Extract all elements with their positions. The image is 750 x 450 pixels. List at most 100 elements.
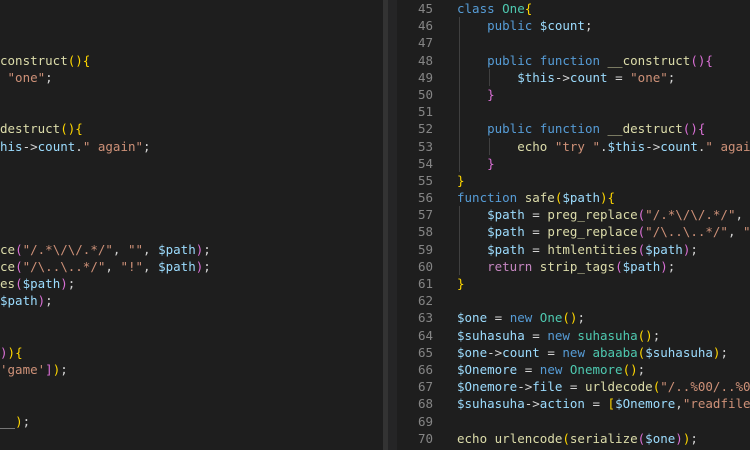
code-line[interactable] [0,34,383,51]
code-line[interactable]: 62 [397,292,750,309]
code-token: "/\..\..*/" [22,258,106,274]
code-token: } [457,172,465,188]
code-line[interactable]: 56 function safe($path){ [397,189,750,206]
code-token: public function [487,121,608,137]
code-line[interactable]: ce("/.*\/\/.*/", "", $path); [0,241,383,258]
code-token: One [502,1,525,16]
code-line[interactable]: 55} [397,172,750,189]
code-token: , [143,258,159,274]
line-number: 55 [417,172,433,188]
code-line[interactable]: $path); [0,292,383,309]
code-line[interactable]: 60 return strip_tags($path); [397,257,750,275]
code-token: echo [457,430,495,446]
code-line[interactable]: 67 $Onemore->file = urldecode("/..%00/..%… [397,378,750,395]
code-line[interactable]: 54 } [397,154,750,172]
code-token: = [562,379,585,395]
line-number: 64 [417,327,433,343]
indent-guide [459,68,460,86]
code-line[interactable] [0,0,383,17]
code-token: (){ [690,52,713,68]
code-line[interactable]: construct(){ [0,52,383,69]
code-line[interactable] [0,86,383,103]
code-line[interactable] [0,395,383,412]
code-line[interactable]: 59 $path = htmlentities($path); [397,240,750,258]
code-line[interactable]: 52 public function __destruct(){ [397,120,750,138]
code-line[interactable]: his->count." again"; [0,138,383,155]
left-editor-pane[interactable]: construct(){ "one"; destruct(){his->count… [0,0,383,450]
line-number: 65 [417,344,433,360]
code-line[interactable]: 63 $one = new One(); [397,309,750,326]
code-line[interactable] [0,103,383,120]
code-token: (){ [67,52,91,68]
code-line[interactable]: 'game']); [0,361,383,378]
code-line[interactable]: 49 $this->count = "one"; [397,68,750,86]
code-line[interactable]: 57 $path = preg_replace("/.*\/\/.*/", ""… [397,206,750,224]
code-line[interactable] [0,309,383,326]
code-line[interactable]: )){ [0,344,383,361]
code-token: (){ [682,121,706,137]
code-token: ; [203,241,211,257]
code-line[interactable] [0,189,383,206]
code-token: . [75,138,83,154]
line-number: 58 [417,224,433,240]
line-number: 50 [417,86,433,102]
code-line[interactable] [0,17,383,34]
right-editor-pane[interactable]: 45 class One{46 public $count; 47 48 public… [397,0,750,450]
left-scrollbar[interactable] [383,0,388,450]
code-text: $path = preg_replace("/\..\..*/", "!", $… [457,223,750,240]
code-text: $suhasuha = new suhasuha(); [457,327,660,344]
code-line[interactable]: 45 class One{ [397,0,750,17]
code-line[interactable]: 68 $suhasuha->action = [$Onemore,"readfil… [397,395,750,412]
code-line[interactable]: 51 [397,103,750,121]
code-line[interactable] [0,206,383,223]
code-token: urldecode [584,379,653,395]
code-line[interactable]: 47 [397,34,750,52]
code-line[interactable]: 58 $path = preg_replace("/\..\..*/", "!"… [397,223,750,241]
code-line[interactable]: 61} [397,275,750,292]
code-line[interactable]: 65 $one->count = new abaaba($suhasuha); [397,344,750,361]
code-line[interactable]: __); [0,413,383,430]
code-token: __ [0,413,16,429]
code-line[interactable] [0,430,383,447]
code-token: ; [652,327,661,343]
code-token: -> [517,379,533,395]
code-token: = [487,310,510,326]
code-line[interactable]: 53 echo "try ".$this->count." again"; [397,137,750,155]
code-text: echo urlencode(serialize($one)); [457,430,698,447]
code-line[interactable]: ce("/\..\..*/", "!", $path); [0,258,383,275]
code-token: = [524,224,548,240]
code-line[interactable]: 64 $suhasuha = new suhasuha(); [397,327,750,344]
code-line[interactable] [0,378,383,395]
code-line[interactable]: 48 public function __construct(){ [397,51,750,69]
code-token: es [0,276,16,291]
code-line[interactable]: destruct(){ [0,120,383,137]
code-line[interactable]: 46 public $count; [397,17,750,35]
line-number: 61 [417,276,433,291]
code-token: ; [143,138,151,154]
indent-guide [459,17,460,35]
code-line[interactable]: 69 [397,413,750,430]
code-token: urlencode [494,430,563,446]
indent-guide [489,137,490,155]
code-line[interactable] [0,327,383,344]
code-token: his [0,138,23,154]
code-line[interactable]: 66 $Onemore = new Onemore(); [397,361,750,378]
code-token: . [600,138,608,154]
code-line[interactable]: "one"; [0,69,383,86]
code-line[interactable] [0,172,383,189]
code-line[interactable]: 70 echo urlencode(serialize($one)); [397,430,750,447]
code-token: ] [45,361,53,377]
code-token: preg_replace [547,207,638,223]
line-number: 70 [417,430,433,446]
code-token: -> [524,396,540,412]
code-line[interactable]: es($path); [0,275,383,292]
code-line[interactable]: 50 } [397,85,750,104]
code-line[interactable] [0,223,383,240]
code-token: function [457,190,525,206]
indent-guide [459,240,460,258]
code-token: 'game' [0,361,46,377]
code-token: = [524,207,548,223]
code-line[interactable] [0,155,383,172]
